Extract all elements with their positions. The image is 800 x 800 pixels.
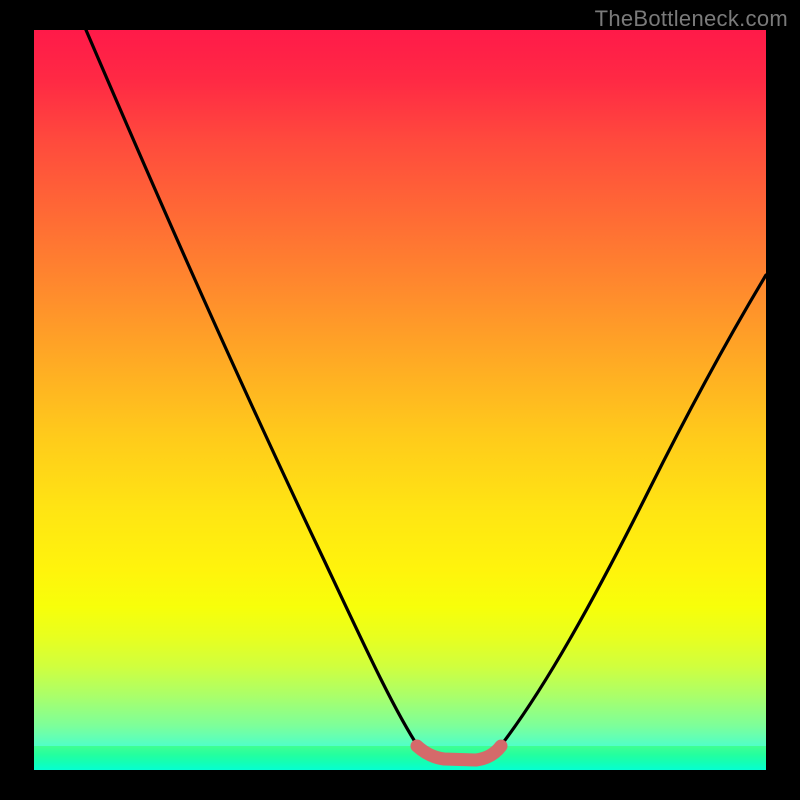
curve-right-branch — [499, 275, 766, 748]
plot-area — [34, 30, 766, 770]
curve-layer — [34, 30, 766, 770]
watermark-text: TheBottleneck.com — [595, 6, 788, 32]
curve-left-branch — [86, 30, 419, 748]
chart-frame: TheBottleneck.com — [0, 0, 800, 800]
optimal-zone-marker — [417, 746, 501, 760]
